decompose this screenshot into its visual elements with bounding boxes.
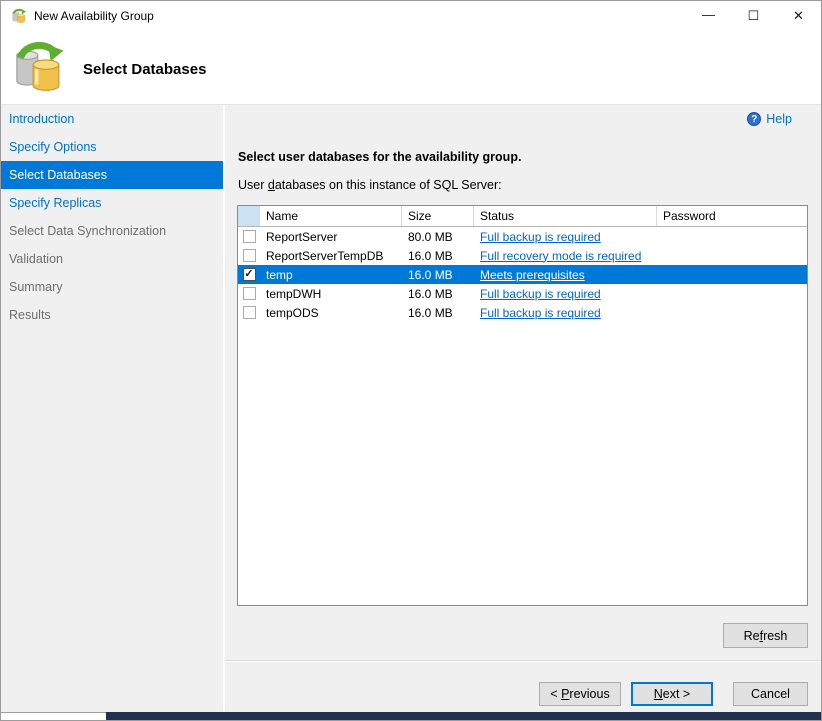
status-link[interactable]: Meets prerequisites xyxy=(480,268,585,282)
sidebar-item-summary: Summary xyxy=(1,273,223,301)
instruction-text: Select user databases for the availabili… xyxy=(238,150,521,164)
table-row[interactable]: ✓ temp 16.0 MB Meets prerequisites xyxy=(238,265,807,284)
row-checkbox[interactable] xyxy=(243,287,256,300)
next-button[interactable]: Next > xyxy=(631,682,713,706)
minimize-button[interactable]: — xyxy=(686,1,731,31)
new-availability-group-dialog: New Availability Group — ☐ ✕ Select Data… xyxy=(0,0,822,721)
sidebar-item-select-databases[interactable]: Select Databases xyxy=(1,161,223,189)
status-link[interactable]: Full recovery mode is required xyxy=(480,249,641,263)
db-size: 80.0 MB xyxy=(402,227,474,246)
database-list: Name Size Status Password ReportServer 8… xyxy=(237,205,808,606)
sidebar-item-introduction[interactable]: Introduction xyxy=(1,105,223,133)
status-link[interactable]: Full backup is required xyxy=(480,230,601,244)
row-checkbox[interactable] xyxy=(243,230,256,243)
bottom-edge xyxy=(1,712,821,720)
db-password xyxy=(657,303,807,322)
table-header: Name Size Status Password xyxy=(238,206,807,227)
db-password xyxy=(657,265,807,284)
db-name: ReportServerTempDB xyxy=(260,246,402,265)
close-button[interactable]: ✕ xyxy=(776,1,821,31)
help-label: Help xyxy=(766,112,792,126)
status-link[interactable]: Full backup is required xyxy=(480,306,601,320)
db-name: temp xyxy=(260,265,402,284)
db-name: ReportServer xyxy=(260,227,402,246)
checkbox-column-header[interactable] xyxy=(238,206,260,226)
sidebar-item-specify-options[interactable]: Specify Options xyxy=(1,133,223,161)
sidebar-item-specify-replicas[interactable]: Specify Replicas xyxy=(1,189,223,217)
row-checkbox[interactable] xyxy=(243,306,256,319)
page-title: Select Databases xyxy=(83,61,206,78)
bottom-edge-statusbar xyxy=(106,712,821,720)
db-password xyxy=(657,246,807,265)
column-header-size[interactable]: Size xyxy=(402,206,474,226)
previous-button[interactable]: < Previous xyxy=(539,682,621,706)
row-checkbox[interactable]: ✓ xyxy=(243,268,256,281)
help-link[interactable]: ? Help xyxy=(747,112,792,126)
db-name: tempDWH xyxy=(260,284,402,303)
table-row[interactable]: tempDWH 16.0 MB Full backup is required xyxy=(238,284,807,303)
row-checkbox[interactable] xyxy=(243,249,256,262)
column-header-password[interactable]: Password xyxy=(657,206,807,226)
window-controls: — ☐ ✕ xyxy=(686,1,821,31)
refresh-button[interactable]: Refresh xyxy=(723,623,808,648)
window-title: New Availability Group xyxy=(34,9,154,23)
help-icon: ? xyxy=(747,112,761,126)
database-list-label: User databases on this instance of SQL S… xyxy=(238,178,502,192)
bottom-edge-left xyxy=(1,712,106,720)
title-bar: New Availability Group — ☐ ✕ xyxy=(1,1,821,31)
table-row[interactable]: ReportServer 80.0 MB Full backup is requ… xyxy=(238,227,807,246)
db-size: 16.0 MB xyxy=(402,284,474,303)
sidebar-item-select-data-synchronization: Select Data Synchronization xyxy=(1,217,223,245)
db-size: 16.0 MB xyxy=(402,265,474,284)
sidebar-item-results: Results xyxy=(1,301,223,329)
wizard-steps-sidebar: Introduction Specify Options Select Data… xyxy=(1,105,223,712)
database-sync-icon xyxy=(11,8,27,24)
db-size: 16.0 MB xyxy=(402,246,474,265)
database-sync-icon xyxy=(11,37,67,97)
table-row[interactable]: ReportServerTempDB 16.0 MB Full recovery… xyxy=(238,246,807,265)
sidebar-item-validation: Validation xyxy=(1,245,223,273)
db-password xyxy=(657,227,807,246)
maximize-button[interactable]: ☐ xyxy=(731,1,776,31)
wizard-content-panel: ? Help Select user databases for the ava… xyxy=(225,105,821,712)
wizard-header: Select Databases xyxy=(1,31,821,105)
column-header-status[interactable]: Status xyxy=(474,206,657,226)
column-header-name[interactable]: Name xyxy=(260,206,402,226)
db-name: tempODS xyxy=(260,303,402,322)
status-link[interactable]: Full backup is required xyxy=(480,287,601,301)
db-size: 16.0 MB xyxy=(402,303,474,322)
footer-separator xyxy=(225,660,821,662)
db-password xyxy=(657,284,807,303)
cancel-button[interactable]: Cancel xyxy=(733,682,808,706)
table-row[interactable]: tempODS 16.0 MB Full backup is required xyxy=(238,303,807,322)
